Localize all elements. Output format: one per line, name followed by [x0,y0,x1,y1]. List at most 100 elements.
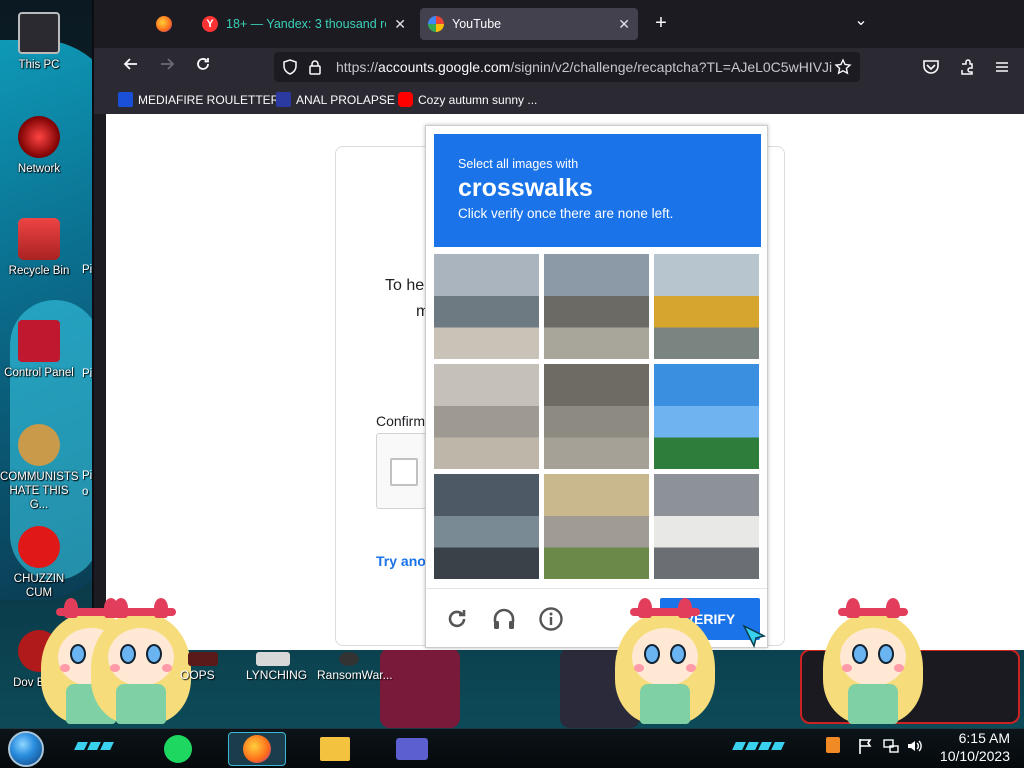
spotify-icon [164,735,192,763]
taskbar-file-explorer[interactable] [306,732,364,766]
firefox-icon [156,16,172,32]
desktop-icon-communists[interactable]: COMMUNISTS HATE THIS G... [0,424,79,512]
tab-title: 18+ — Yandex: 3 thousand resu [226,17,386,31]
recaptcha-checkbox[interactable] [390,458,418,486]
lock-icon[interactable] [308,59,322,75]
bookmarks-toolbar: MEDIAFIRE ROULETTER ANAL PROLAPSE Cozy a… [94,86,1024,114]
close-icon[interactable]: ✕ [618,16,630,33]
cartoon-sticker [610,598,720,728]
list-tabs-button[interactable]: ⌄ [848,8,874,34]
flag-icon[interactable] [858,737,874,755]
url-bar[interactable]: https://accounts.google.com/signin/v2/ch… [274,52,860,82]
firefox-icon [243,735,271,763]
taskbar-decoration [74,742,114,756]
network-icon[interactable] [882,737,900,755]
reload-button[interactable] [190,54,216,80]
challenge-tile-bicycle-rider[interactable] [544,364,649,469]
bookmark-label: MEDIAFIRE ROULETTER [138,92,280,107]
close-icon[interactable]: ✕ [394,16,406,33]
sticker-horn [638,598,652,618]
url-path: /signin/v2/challenge/recaptcha?TL=AJeL0C… [510,59,833,75]
tray-app-icon[interactable] [826,737,840,753]
audio-challenge-button[interactable] [490,606,518,634]
tab-yandex[interactable]: Y 18+ — Yandex: 3 thousand resu ✕ [194,8,414,40]
desktop-icon-oops[interactable]: OOPS [180,652,218,682]
desktop-icon-label: LYNCHING [246,668,308,682]
desktop-icon-label: Network [17,163,61,175]
start-button[interactable] [8,731,44,767]
sticker-horn [64,598,78,618]
taskbar-decoration [732,742,785,756]
menu-icon[interactable] [994,59,1010,75]
sticker-dress [116,684,166,724]
sticker-dress [640,684,690,724]
app-icon [256,652,290,666]
desktop-icon-network[interactable]: Network [0,116,78,176]
desktop-icon-chuzzin[interactable]: CHUZZIN CUM [0,526,78,600]
url-text[interactable]: https://accounts.google.com/signin/v2/ch… [336,59,836,75]
pocket-icon[interactable] [922,59,940,75]
sticker-eye [146,644,162,664]
system-clock[interactable]: 6:15 AM 10/10/2023 [940,729,1010,765]
url-host: accounts.google.com [378,59,511,75]
bookmark-mediafire[interactable]: MEDIAFIRE ROULETTER [118,92,279,107]
arrow-left-icon [123,58,137,70]
sticker-dress [848,684,898,724]
window-icon [396,738,428,760]
desktop-partial-label: Pi [82,368,93,380]
control-panel-icon [18,320,60,362]
back-button[interactable] [118,54,144,80]
tab-youtube[interactable]: YouTube ✕ [420,8,638,40]
desktop-icon-ransomware[interactable]: RansomWar... [317,652,393,682]
sticker-eye [878,644,894,664]
sticker-horn [886,598,900,618]
challenge-instruction: Select all images with [458,157,579,171]
sticker-cheek [60,664,70,672]
taskbar-app[interactable] [384,732,442,766]
network-icon [18,116,60,158]
sticker-eye [670,644,686,664]
arrow-right-icon [161,58,175,70]
forward-button[interactable] [154,54,180,80]
bookmark-anal-prolapse[interactable]: ANAL PROLAPSE [276,92,395,107]
desktop-icon-control-panel[interactable]: Control Panel [0,320,78,380]
help-button[interactable] [537,606,565,634]
bookmark-cozy-autumn[interactable]: Cozy autumn sunny ... [398,92,537,107]
extensions-icon[interactable] [958,58,976,76]
tab-firefox[interactable] [156,8,186,40]
desktop-icon-recycle-bin[interactable]: Recycle Bin [0,218,78,278]
challenge-tile-motorcycles-road[interactable] [544,254,649,359]
star-icon[interactable] [834,58,852,76]
new-tab-button[interactable]: + [648,10,674,36]
sticker-eye [70,644,86,664]
challenge-tile-yellow-bus[interactable] [654,254,759,359]
sticker-eye [120,644,136,664]
sticker-cheek [162,664,172,672]
desktop-icon-label: OOPS [180,668,215,682]
mouse-cursor-icon [742,624,767,649]
desktop-icon-this-pc[interactable]: This PC [0,12,78,72]
desktop-icon-label: RansomWar... [317,668,393,682]
reload-challenge-button[interactable] [443,606,471,634]
url-prefix: https:// [336,59,379,75]
challenge-tile-traffic-lights-sky[interactable] [654,364,759,469]
sticker-face [840,628,906,686]
tab-bar: Y 18+ — Yandex: 3 thousand resu ✕ YouTub… [94,0,1024,48]
taskbar: 6:15 AM 10/10/2023 [0,728,1024,768]
taskbar-firefox[interactable] [228,732,286,766]
challenge-tile-stairs-wall[interactable] [434,364,539,469]
challenge-tile-car-house[interactable] [544,474,649,579]
challenge-tile-city-street[interactable] [434,254,539,359]
challenge-tile-white-railing-porch[interactable] [654,474,759,579]
desktop-icon-label: Control Panel [4,367,74,379]
computer-icon [18,12,60,54]
shield-icon[interactable] [282,59,298,75]
taskbar-spotify[interactable] [150,732,208,766]
sticker-horn [114,598,128,618]
sticker-eye [644,644,660,664]
desktop-icon-lynching[interactable]: LYNCHING [246,652,307,682]
try-another-way-link[interactable]: Try ano [376,553,426,569]
challenge-tile-storefront-street[interactable] [434,474,539,579]
volume-icon[interactable] [906,737,924,755]
desktop-icon-label: Recycle Bin [8,265,70,277]
